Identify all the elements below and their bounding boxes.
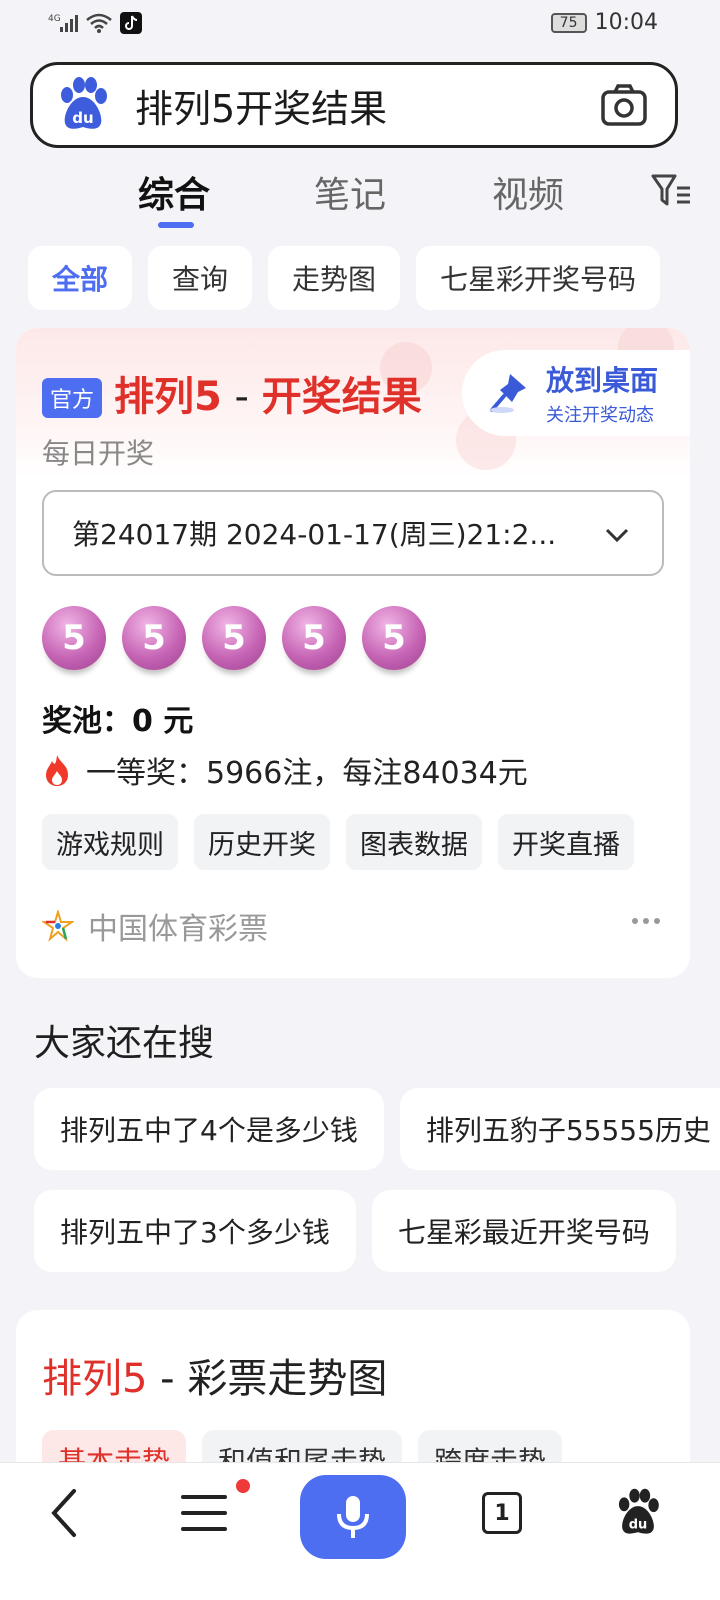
tab-all[interactable]: 综合 bbox=[138, 166, 210, 218]
card-actions: 游戏规则 历史开奖 图表数据 开奖直播 bbox=[42, 814, 634, 870]
add-to-desktop-title: 放到桌面 bbox=[546, 364, 659, 397]
chart-data-button[interactable]: 图表数据 bbox=[346, 814, 482, 870]
active-tab-indicator bbox=[158, 222, 194, 228]
trend-title-rest: 彩票走势图 bbox=[187, 1356, 388, 1402]
card-title-separator: - bbox=[221, 374, 262, 420]
more-options-icon[interactable] bbox=[632, 918, 660, 924]
tabs-button[interactable]: 1 bbox=[472, 1483, 532, 1543]
add-to-desktop-button[interactable]: 放到桌面 关注开奖动态 bbox=[462, 350, 690, 436]
filter-icon[interactable] bbox=[650, 172, 692, 210]
trend-title-game: 排列5 bbox=[42, 1356, 148, 1402]
battery-icon: 75 bbox=[550, 12, 587, 33]
number-ball: 5 bbox=[122, 606, 186, 670]
number-ball: 5 bbox=[362, 606, 426, 670]
chip-trend-chart[interactable]: 走势图 bbox=[268, 246, 401, 310]
tab-count-icon: 1 bbox=[482, 1492, 522, 1534]
network-type-label: 4G bbox=[48, 14, 61, 24]
status-right: 75 10:04 bbox=[550, 10, 658, 35]
trend-card-title[interactable]: 排列5 - 彩票走势图 bbox=[42, 1346, 387, 1404]
related-searches-row-1: 排列五中了4个是多少钱 排列五豹子55555历史 bbox=[34, 1088, 720, 1170]
related-search-item[interactable]: 排列五中了4个是多少钱 bbox=[34, 1088, 384, 1170]
voice-search-button[interactable] bbox=[300, 1475, 406, 1559]
cellular-signal-icon: 4G bbox=[48, 14, 78, 32]
first-prize: 一等奖：5966注，每注84034元 bbox=[42, 748, 528, 792]
card-title-rest: 开奖结果 bbox=[261, 374, 422, 420]
baidu-paw-icon: du bbox=[618, 1488, 659, 1534]
draw-period-value: 第24017期 2024-01-17(周三)21:2... bbox=[72, 518, 557, 551]
number-ball: 5 bbox=[202, 606, 266, 670]
game-rules-button[interactable]: 游戏规则 bbox=[42, 814, 178, 870]
menu-button[interactable] bbox=[174, 1483, 234, 1543]
status-bar: 4G 75 10:04 bbox=[0, 0, 720, 48]
first-prize-text: 一等奖：5966注，每注84034元 bbox=[86, 756, 528, 791]
back-arrow-icon bbox=[51, 1489, 76, 1537]
chip-qixingcai[interactable]: 七星彩开奖号码 bbox=[416, 246, 661, 310]
bottom-navigation: 1 du bbox=[0, 1462, 720, 1600]
filter-chips: 全部 查询 走势图 七星彩开奖号码 bbox=[28, 246, 661, 310]
notification-dot bbox=[236, 1479, 250, 1493]
microphone-icon bbox=[337, 1496, 369, 1538]
camera-icon[interactable] bbox=[599, 80, 649, 130]
history-results-button[interactable]: 历史开奖 bbox=[194, 814, 330, 870]
tab-video[interactable]: 视频 bbox=[492, 166, 564, 218]
wifi-icon bbox=[86, 13, 112, 33]
official-badge: 官方 bbox=[42, 378, 103, 418]
pin-icon bbox=[490, 374, 526, 413]
chip-query[interactable]: 查询 bbox=[148, 246, 253, 310]
baidu-home-button[interactable]: du bbox=[608, 1483, 668, 1543]
search-bar[interactable]: du 排列5开奖结果 bbox=[30, 62, 678, 148]
tab-notes[interactable]: 笔记 bbox=[314, 166, 386, 218]
card-title[interactable]: 排列5 - 开奖结果 bbox=[114, 364, 422, 422]
draw-frequency: 每日开奖 bbox=[42, 437, 155, 470]
card-title-game: 排列5 bbox=[114, 374, 222, 420]
chip-all[interactable]: 全部 bbox=[28, 246, 133, 310]
tiktok-icon bbox=[120, 12, 142, 34]
trend-title-separator: - bbox=[147, 1356, 188, 1402]
svg-text:du: du bbox=[72, 109, 93, 127]
china-sports-lottery-logo-icon bbox=[42, 910, 74, 942]
baidu-paw-icon[interactable]: du bbox=[53, 75, 113, 135]
related-search-item[interactable]: 排列五豹子55555历史 bbox=[399, 1088, 720, 1170]
related-searches-title: 大家还在搜 bbox=[34, 1023, 215, 1064]
source-name: 中国体育彩票 bbox=[88, 912, 268, 947]
svg-text:du: du bbox=[629, 1518, 648, 1533]
related-searches-row-2: 排列五中了3个多少钱 七星彩最近开奖号码 bbox=[34, 1190, 676, 1272]
lottery-result-card: 官方 排列5 - 开奖结果 每日开奖 放到桌面 关注开奖动态 第24017期 2… bbox=[16, 328, 690, 978]
add-to-desktop-subtitle: 关注开奖动态 bbox=[546, 405, 654, 426]
live-draw-button[interactable]: 开奖直播 bbox=[498, 814, 634, 870]
draw-period-select[interactable]: 第24017期 2024-01-17(周三)21:2... bbox=[42, 490, 664, 576]
clock: 10:04 bbox=[594, 10, 658, 35]
related-search-item[interactable]: 排列五中了3个多少钱 bbox=[34, 1190, 356, 1272]
chevron-down-icon bbox=[605, 528, 629, 543]
number-ball: 5 bbox=[282, 606, 346, 670]
menu-icon bbox=[181, 1495, 227, 1531]
source-attribution[interactable]: 中国体育彩票 bbox=[42, 904, 268, 948]
number-ball: 5 bbox=[42, 606, 106, 670]
back-button[interactable] bbox=[34, 1483, 94, 1543]
search-input[interactable]: 排列5开奖结果 bbox=[135, 78, 599, 133]
add-to-desktop-text: 放到桌面 关注开奖动态 bbox=[546, 359, 658, 427]
related-search-item[interactable]: 七星彩最近开奖号码 bbox=[371, 1190, 676, 1272]
fire-icon bbox=[46, 755, 68, 786]
prize-pool: 奖池：0 元 bbox=[42, 704, 194, 739]
result-type-tabs: 综合 笔记 视频 bbox=[0, 160, 720, 230]
winning-numbers: 5 5 5 5 5 bbox=[42, 606, 426, 670]
status-left: 4G bbox=[48, 12, 142, 34]
battery-level: 75 bbox=[559, 14, 578, 31]
